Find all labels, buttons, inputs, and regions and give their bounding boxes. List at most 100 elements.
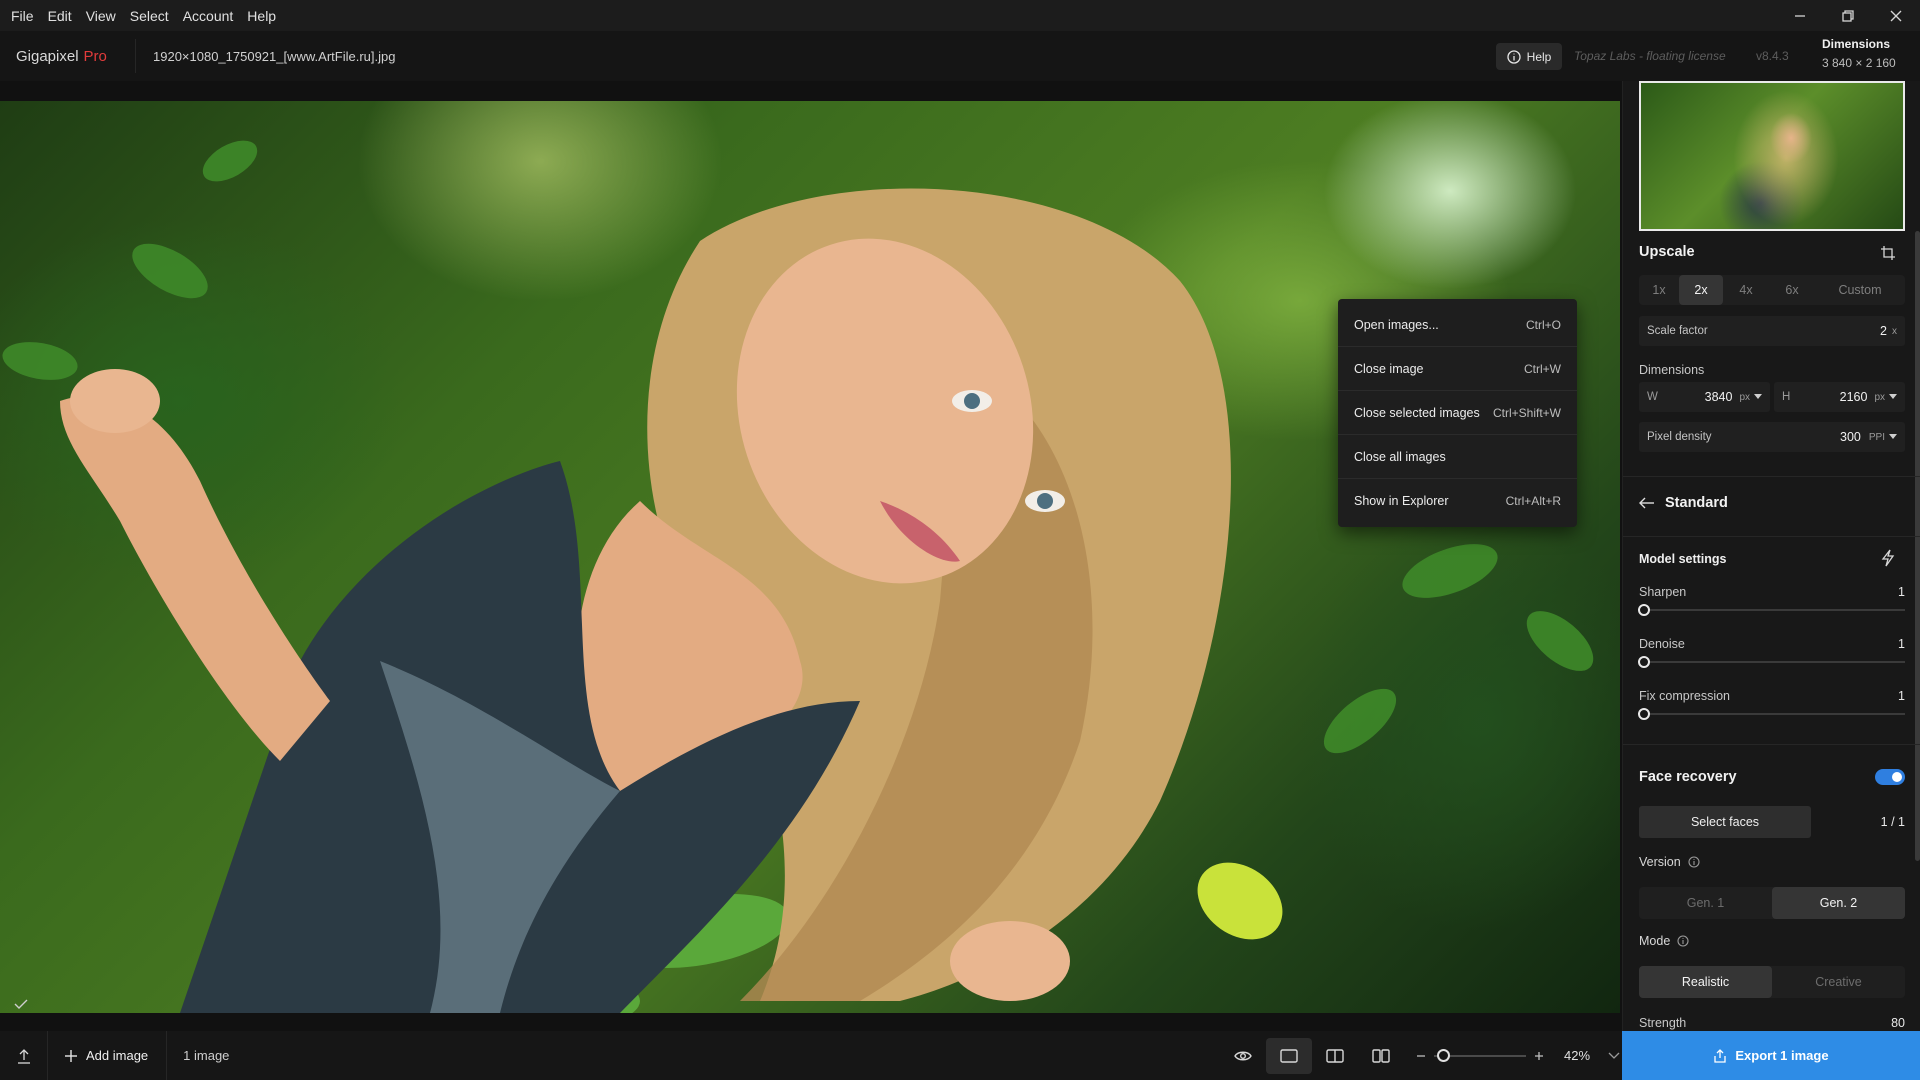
menu-account[interactable]: Account xyxy=(176,8,241,24)
add-image-label: Add image xyxy=(86,1048,149,1063)
window-controls xyxy=(1776,0,1920,31)
upload-button[interactable] xyxy=(0,1031,48,1080)
brand-name: Gigapixel xyxy=(16,47,79,65)
upload-icon xyxy=(17,1048,30,1064)
chevron-down-icon[interactable] xyxy=(1608,1052,1620,1060)
menu-item-open-images[interactable]: Open images... Ctrl+O xyxy=(1338,303,1577,347)
export-icon xyxy=(1714,1049,1727,1063)
scale-tab-1x[interactable]: 1x xyxy=(1639,275,1679,305)
menu-item-shortcut: Ctrl+W xyxy=(1524,361,1561,376)
dimensions-title: Dimensions xyxy=(1822,37,1891,51)
split-view-button[interactable] xyxy=(1312,1038,1358,1074)
denoise-slider[interactable] xyxy=(1638,656,1905,668)
fix-compression-slider-handle[interactable] xyxy=(1638,708,1650,720)
menu-view[interactable]: View xyxy=(79,8,123,24)
file-name: 1920×1080_1750921_[www.ArtFile.ru].jpg xyxy=(153,48,396,64)
model-name: Standard xyxy=(1665,495,1728,511)
preview-image xyxy=(0,101,1620,1013)
zoom-in-icon[interactable] xyxy=(1534,1051,1544,1061)
fix-compression-value: 1 xyxy=(1898,689,1905,703)
info-icon xyxy=(1507,49,1521,64)
app-header: Gigapixel Pro 1920×1080_1750921_[www.Art… xyxy=(0,31,1920,81)
menu-item-close-image[interactable]: Close image Ctrl+W xyxy=(1338,347,1577,391)
sharpen-slider-handle[interactable] xyxy=(1638,604,1650,616)
single-view-button[interactable] xyxy=(1266,1037,1312,1074)
crop-icon[interactable] xyxy=(1880,245,1896,261)
arrow-left-icon xyxy=(1639,497,1654,509)
version-label: Version xyxy=(1639,855,1681,869)
menu-help[interactable]: Help xyxy=(240,8,283,24)
version-option-gen1[interactable]: Gen. 1 xyxy=(1639,887,1772,919)
dimensions-value: 3 840 × 2 160 xyxy=(1822,56,1896,70)
version-option-gen2[interactable]: Gen. 2 xyxy=(1772,887,1905,919)
menu-item-close-selected-images[interactable]: Close selected images Ctrl+Shift+W xyxy=(1338,391,1577,435)
model-back-button[interactable]: Standard xyxy=(1639,495,1728,511)
sharpen-slider[interactable] xyxy=(1638,604,1905,616)
sharpen-label: Sharpen xyxy=(1639,585,1687,599)
scale-tab-custom[interactable]: Custom xyxy=(1815,275,1905,305)
minimize-button[interactable] xyxy=(1776,0,1824,31)
scale-tab-2x[interactable]: 2x xyxy=(1679,275,1723,305)
image-count: 1 image xyxy=(183,1048,230,1063)
close-window-button[interactable] xyxy=(1872,0,1920,31)
zoom-slider-handle[interactable] xyxy=(1437,1048,1451,1062)
plus-icon xyxy=(65,1049,77,1062)
pixel-density-unit: PPI xyxy=(1868,431,1885,443)
export-button[interactable]: Export 1 image xyxy=(1622,1031,1920,1080)
output-dimensions: Dimensions 3 840 × 2 160 xyxy=(1822,37,1896,70)
width-field[interactable]: W 3840 px xyxy=(1639,382,1770,412)
section-divider xyxy=(1623,536,1920,537)
height-field[interactable]: H 2160 px xyxy=(1774,382,1905,412)
fix-compression-slider[interactable] xyxy=(1638,708,1905,720)
menu-file[interactable]: File xyxy=(4,8,41,24)
menu-item-show-in-explorer[interactable]: Show in Explorer Ctrl+Alt+R xyxy=(1338,479,1577,523)
strength-value: 80 xyxy=(1891,1016,1905,1030)
menu-item-label: Close image xyxy=(1354,361,1424,376)
zoom-slider[interactable] xyxy=(1434,1048,1526,1062)
add-image-button[interactable]: Add image xyxy=(48,1031,168,1080)
version-label-row: Version xyxy=(1639,855,1700,869)
zoom-out-icon[interactable] xyxy=(1416,1051,1426,1061)
face-recovery-toggle[interactable] xyxy=(1875,769,1905,785)
menu-item-shortcut: Ctrl+O xyxy=(1525,317,1561,332)
panel-scrollbar[interactable] xyxy=(1915,231,1920,861)
menu-bar: File Edit View Select Account Help xyxy=(0,8,283,24)
settings-panel: Upscale 1x 2x 4x 6x Custom Scale factor … xyxy=(1622,81,1920,1031)
photo-illustration xyxy=(2,140,1594,1013)
preview-canvas[interactable] xyxy=(0,81,1622,1031)
select-faces-button[interactable]: Select faces xyxy=(1639,806,1811,838)
single-view-icon xyxy=(1280,1048,1298,1063)
height-label: H xyxy=(1782,391,1791,403)
info-icon[interactable] xyxy=(1688,856,1700,868)
sharpen-value: 1 xyxy=(1898,585,1905,599)
help-button[interactable]: Help xyxy=(1496,43,1562,70)
menu-item-close-all-images[interactable]: Close all images xyxy=(1338,435,1577,479)
scale-tab-4x[interactable]: 4x xyxy=(1723,275,1769,305)
chevron-down-icon xyxy=(1889,434,1897,439)
scale-factor-field[interactable]: Scale factor 2 x xyxy=(1639,316,1905,346)
version-text: v8.4.3 xyxy=(1756,49,1789,63)
denoise-slider-handle[interactable] xyxy=(1638,656,1650,668)
menu-select[interactable]: Select xyxy=(123,8,176,24)
auto-settings-icon[interactable] xyxy=(1880,549,1896,567)
restore-button[interactable] xyxy=(1824,0,1872,31)
upscale-title: Upscale xyxy=(1639,244,1695,260)
side-by-side-view-button[interactable] xyxy=(1358,1038,1404,1074)
scale-tab-6x[interactable]: 6x xyxy=(1769,275,1815,305)
navigator-thumbnail[interactable] xyxy=(1639,81,1905,231)
file-context-menu: Open images... Ctrl+O Close image Ctrl+W… xyxy=(1338,299,1577,527)
info-icon[interactable] xyxy=(1677,935,1689,947)
mode-option-realistic[interactable]: Realistic xyxy=(1639,966,1772,998)
export-label: Export 1 image xyxy=(1735,1048,1829,1063)
section-divider xyxy=(1623,476,1920,477)
bottom-toolbar: Add image 1 image 42% xyxy=(0,1031,1622,1080)
zoom-controls: 42% xyxy=(1416,1031,1620,1080)
strength-label: Strength xyxy=(1639,1016,1687,1030)
denoise-label: Denoise xyxy=(1639,637,1685,651)
mode-option-creative[interactable]: Creative xyxy=(1772,966,1905,998)
mode-label: Mode xyxy=(1639,934,1671,948)
pixel-density-field[interactable]: Pixel density 300 PPI xyxy=(1639,422,1905,452)
close-icon xyxy=(1890,10,1902,21)
menu-edit[interactable]: Edit xyxy=(41,8,79,24)
preview-toggle-button[interactable] xyxy=(1220,1038,1266,1074)
